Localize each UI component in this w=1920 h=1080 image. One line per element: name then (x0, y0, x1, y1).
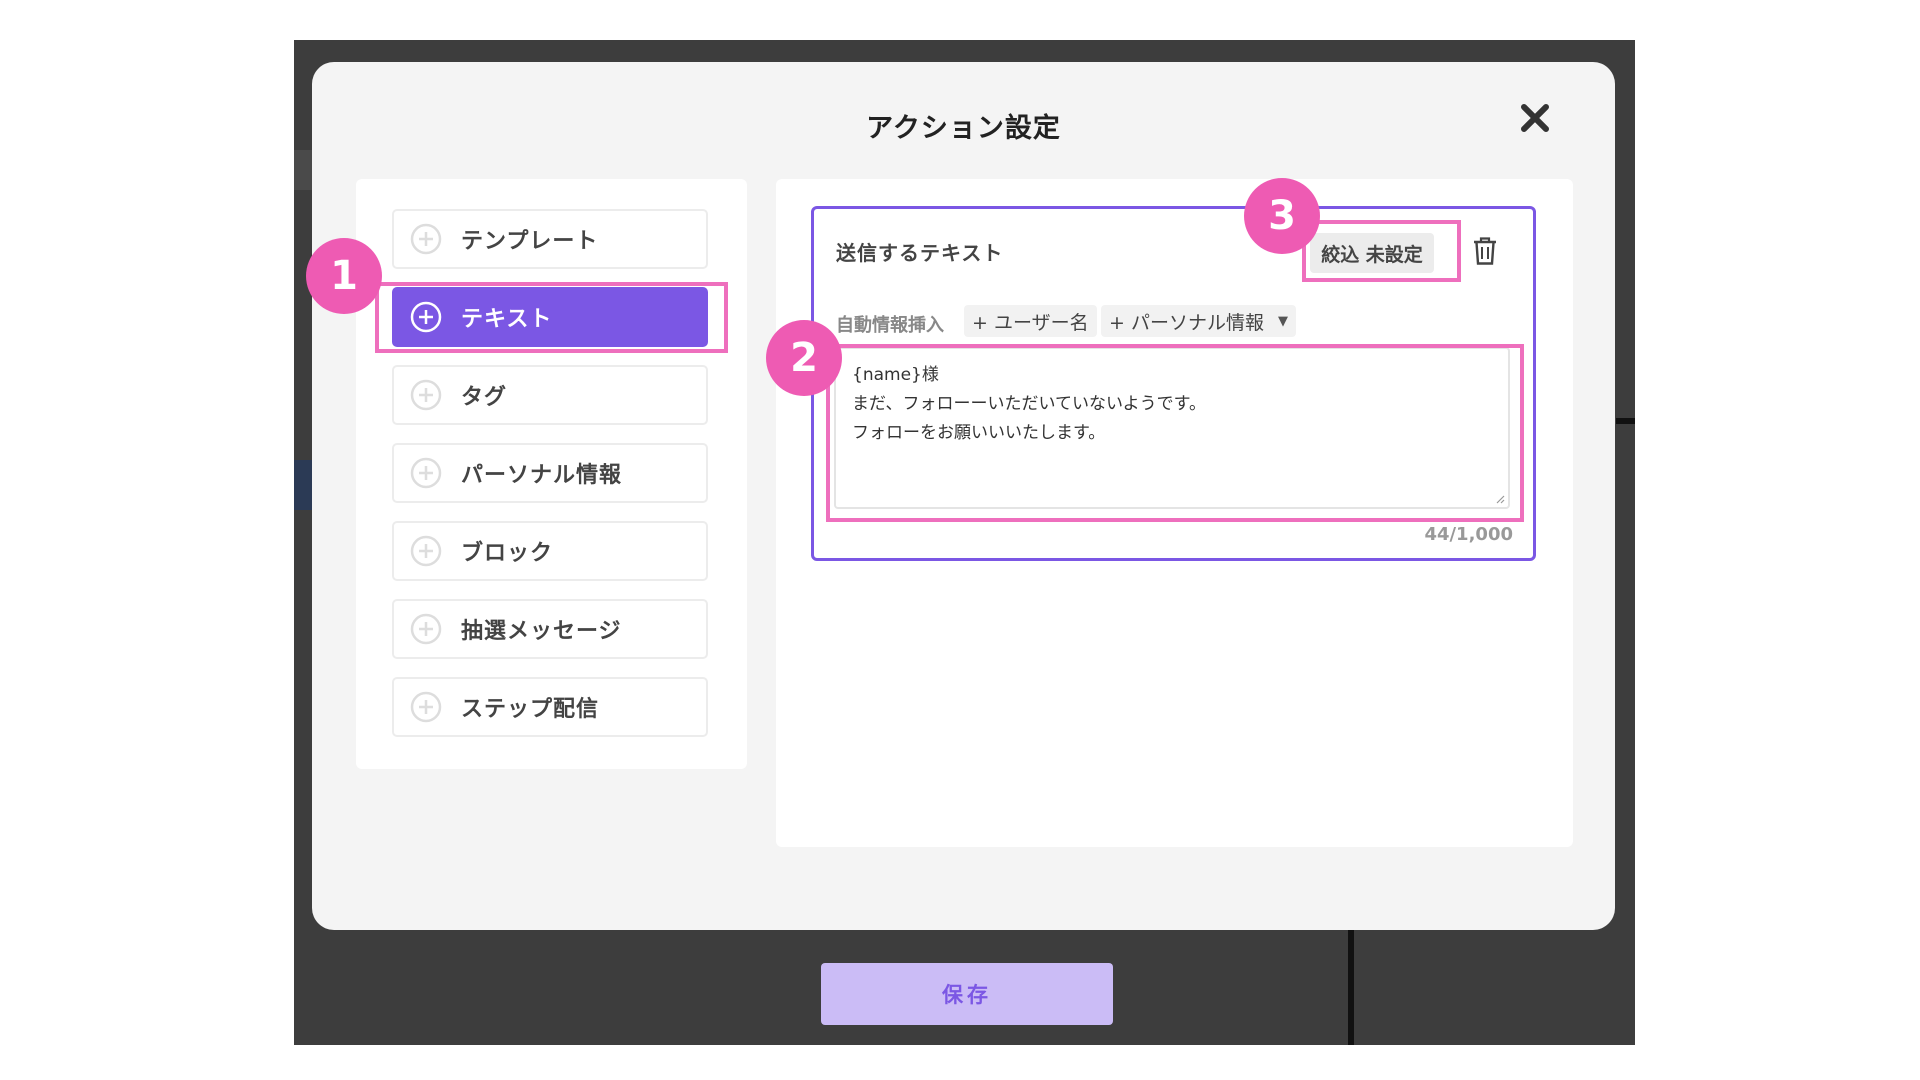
message-line: まだ、フォローーいただいていないようです。 (852, 394, 1206, 414)
background-fragment (1348, 930, 1354, 1045)
menu-item-label: ブロック (461, 541, 554, 566)
message-line: {name}様 (852, 365, 939, 385)
menu-item-label: テンプレート (461, 229, 599, 254)
trash-icon[interactable] (1472, 236, 1498, 266)
menu-item-label: パーソナル情報 (461, 463, 623, 488)
annotation-badge-2: 2 (766, 320, 842, 396)
menu-item-label: タグ (461, 385, 508, 410)
card-title: 送信するテキスト (836, 241, 1004, 265)
plus-circle-icon (410, 457, 442, 489)
insert-username-button[interactable]: + ユーザー名 (964, 305, 1097, 337)
plus-circle-icon (410, 223, 442, 255)
menu-item-template[interactable]: テンプレート (392, 209, 708, 269)
chip-label: + パーソナル情報 (1109, 311, 1264, 334)
action-type-menu: テンプレート テキスト タグ パーソナル情報 ブロック 抽選メッセージ ステップ… (356, 179, 747, 769)
character-counter: 44/1,000 (1424, 524, 1513, 545)
plus-circle-icon (410, 691, 442, 723)
menu-item-label: テキスト (461, 307, 553, 332)
annotation-badge-1: 1 (306, 238, 382, 314)
menu-item-label: 抽選メッセージ (461, 619, 622, 644)
menu-item-lottery-message[interactable]: 抽選メッセージ (392, 599, 708, 659)
menu-item-block[interactable]: ブロック (392, 521, 708, 581)
action-editor-panel: 送信するテキスト 絞込 未設定 自動情報挿入 + ユーザー名 + パーソナル情報… (776, 179, 1573, 847)
menu-item-personal-info[interactable]: パーソナル情報 (392, 443, 708, 503)
insert-personal-info-dropdown[interactable]: + パーソナル情報 ▼ (1101, 305, 1296, 337)
menu-item-label: ステップ配信 (461, 697, 600, 722)
menu-item-text[interactable]: テキスト (392, 287, 708, 347)
plus-circle-icon (410, 379, 442, 411)
save-button[interactable]: 保存 (821, 963, 1113, 1025)
filter-button[interactable]: 絞込 未設定 (1310, 233, 1434, 273)
close-icon[interactable] (1515, 98, 1555, 138)
plus-circle-icon (410, 301, 442, 333)
auto-insert-label: 自動情報挿入 (836, 315, 944, 336)
menu-item-step-delivery[interactable]: ステップ配信 (392, 677, 708, 737)
message-textarea[interactable]: {name}様 まだ、フォローーいただいていないようです。 フォローをお願いいい… (834, 347, 1510, 509)
background-fragment (294, 460, 314, 510)
action-settings-modal: アクション設定 テンプレート テキスト タグ パーソナル情報 ブロック 抽選メッ… (312, 62, 1615, 930)
annotation-badge-3: 3 (1244, 178, 1320, 254)
caret-down-icon: ▼ (1277, 313, 1288, 329)
background-fragment (1616, 418, 1635, 424)
chip-label: + ユーザー名 (972, 311, 1089, 334)
plus-circle-icon (410, 613, 442, 645)
message-line: フォローをお願いいいたします。 (852, 423, 1106, 443)
plus-circle-icon (410, 535, 442, 567)
resize-grip-icon[interactable] (1495, 494, 1505, 504)
menu-item-tag[interactable]: タグ (392, 365, 708, 425)
modal-title: アクション設定 (866, 113, 1061, 144)
text-action-card: 送信するテキスト 絞込 未設定 自動情報挿入 + ユーザー名 + パーソナル情報… (811, 206, 1536, 561)
background-fragment (294, 150, 314, 190)
